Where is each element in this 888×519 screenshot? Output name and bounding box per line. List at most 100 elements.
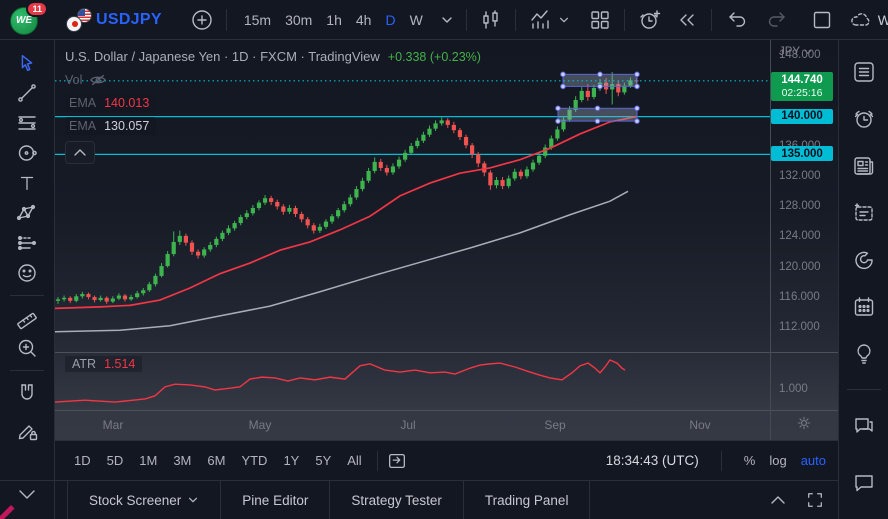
candlestick-chart-icon [479, 8, 503, 32]
range-3M[interactable]: 3M [166, 449, 198, 472]
text-tool[interactable] [0, 168, 54, 198]
volume-label: Vol [65, 73, 82, 87]
fib-retracement-tool[interactable] [0, 108, 54, 138]
private-chat-button[interactable] [839, 459, 888, 506]
timeframe-4h[interactable]: 4h [351, 9, 377, 31]
cloud-account-button[interactable]: Wealthy Educ... [848, 9, 888, 31]
calendar-button[interactable] [839, 283, 888, 330]
data-window-button[interactable] [839, 189, 888, 236]
range-5D[interactable]: 5D [100, 449, 131, 472]
timeframe-dropdown[interactable] [440, 13, 454, 27]
price-scale[interactable]: JPY 148.000144.000140.000136.000132.0001… [770, 40, 838, 440]
ema-slow-legend-row[interactable]: EMA 130.057 [65, 117, 156, 135]
collapse-panel-button[interactable] [770, 494, 786, 506]
xabcd-pattern-icon [15, 201, 39, 225]
timeframe-1h[interactable]: 1h [321, 9, 347, 31]
go-to-date-button[interactable] [386, 450, 408, 472]
layout-grid-button[interactable] [588, 8, 612, 32]
cursor-tool[interactable] [0, 48, 54, 78]
indicators-button[interactable] [528, 8, 570, 32]
ideas-button[interactable] [839, 330, 888, 377]
emoji-icon [15, 261, 39, 285]
calendar-icon [851, 294, 877, 320]
scale-settings[interactable] [770, 415, 838, 431]
axis-month-may: May [249, 418, 272, 432]
ema-slow-label: EMA [69, 119, 96, 133]
range-1Y[interactable]: 1Y [276, 449, 306, 472]
toolbar-divider [721, 451, 722, 471]
magnet-icon [15, 381, 39, 405]
hotlists-button[interactable] [839, 236, 888, 283]
emoji-tool[interactable] [0, 258, 54, 288]
price-change: +0.338 (+0.23%) [388, 50, 481, 64]
volume-legend-row[interactable]: Vol [65, 73, 107, 87]
ema-fast-legend-row[interactable]: EMA 140.013 [65, 94, 156, 112]
timeframe-D[interactable]: D [380, 9, 400, 31]
price-tick-116: 116.000 [779, 291, 820, 303]
hide-drawings-toolbar-button[interactable] [0, 480, 55, 519]
save-layout-button[interactable] [810, 8, 834, 32]
redo-button[interactable] [764, 8, 788, 32]
public-chats-button[interactable] [839, 402, 888, 449]
toolbar-divider [466, 9, 467, 31]
level-140-label: 140.000 [771, 109, 833, 124]
collapse-legend-button[interactable] [65, 141, 95, 164]
tab-trading-panel[interactable]: Trading Panel [464, 481, 591, 519]
range-1D[interactable]: 1D [67, 449, 98, 472]
layout-grid-icon [588, 8, 612, 32]
toolbar-divider [10, 295, 44, 296]
chart-pane[interactable]: U.S. Dollar / Japanese Yen · 1D · FXCM ·… [55, 40, 838, 440]
zoom-in-icon [15, 336, 39, 360]
undo-button[interactable] [726, 8, 750, 32]
range-5Y[interactable]: 5Y [308, 449, 338, 472]
range-6M[interactable]: 6M [200, 449, 232, 472]
ellipse-shape-tool[interactable] [0, 138, 54, 168]
timeframe-15m[interactable]: 15m [239, 9, 276, 31]
tab-strategy-tester[interactable]: Strategy Tester [330, 481, 464, 519]
alerts-button[interactable] [839, 95, 888, 142]
lock-drawings-tool[interactable] [0, 416, 54, 446]
fullscreen-button[interactable] [806, 491, 824, 509]
zoom-in-tool[interactable] [0, 333, 54, 363]
chevron-down-icon [440, 13, 454, 27]
range-YTD[interactable]: YTD [234, 449, 274, 472]
forecast-tool[interactable] [0, 228, 54, 258]
timeframe-30m[interactable]: 30m [280, 9, 317, 31]
range-1M[interactable]: 1M [132, 449, 164, 472]
chart-type-button[interactable] [479, 8, 503, 32]
watchlist-button[interactable] [839, 48, 888, 95]
xabcd-pattern-tool[interactable] [0, 198, 54, 228]
news-button[interactable] [839, 142, 888, 189]
range-All[interactable]: All [340, 449, 368, 472]
current-price: 144.740 [771, 74, 833, 87]
timeframe-W[interactable]: W [405, 9, 428, 31]
timeframe-group: 15m30m1h4hDW [239, 9, 428, 31]
chart-legend[interactable]: U.S. Dollar / Japanese Yen · 1D · FXCM ·… [65, 49, 481, 64]
eye-slash-icon[interactable] [89, 73, 107, 87]
create-alert-button[interactable] [637, 7, 663, 33]
price-chart-canvas[interactable] [55, 40, 838, 440]
price-tick-132: 132.000 [779, 170, 821, 182]
tab-stock-screener[interactable]: Stock Screener [67, 481, 221, 519]
log-scale-toggle[interactable]: log [769, 453, 786, 468]
wealthy-education-logo[interactable]: WE 11 [10, 5, 40, 35]
bar-replay-button[interactable] [675, 8, 699, 32]
tabs-group: Stock ScreenerPine EditorStrategy Tester… [55, 481, 590, 519]
panel-controls [770, 491, 838, 509]
percent-scale-toggle[interactable]: % [744, 453, 756, 468]
compare-add-button[interactable] [190, 8, 214, 32]
symbol-search-button[interactable]: USDJPY [66, 8, 162, 32]
hotlists-icon [851, 247, 877, 273]
axis-month-sep: Sep [544, 418, 565, 432]
trend-line-tool[interactable] [0, 78, 54, 108]
bottom-panel-tabs: Stock ScreenerPine EditorStrategy Tester… [55, 480, 838, 519]
ellipse-shape-icon [15, 141, 39, 165]
utc-clock[interactable]: 18:34:43 (UTC) [606, 453, 699, 468]
auto-scale-toggle[interactable]: auto [801, 453, 826, 468]
measure-tool[interactable] [0, 303, 54, 333]
tab-pine-editor[interactable]: Pine Editor [221, 481, 330, 519]
go-to-date-icon [386, 450, 408, 472]
magnet-mode-tool[interactable] [0, 378, 54, 408]
atr-legend-row[interactable]: ATR 1.514 [65, 356, 142, 372]
toolbar-divider [377, 451, 378, 471]
